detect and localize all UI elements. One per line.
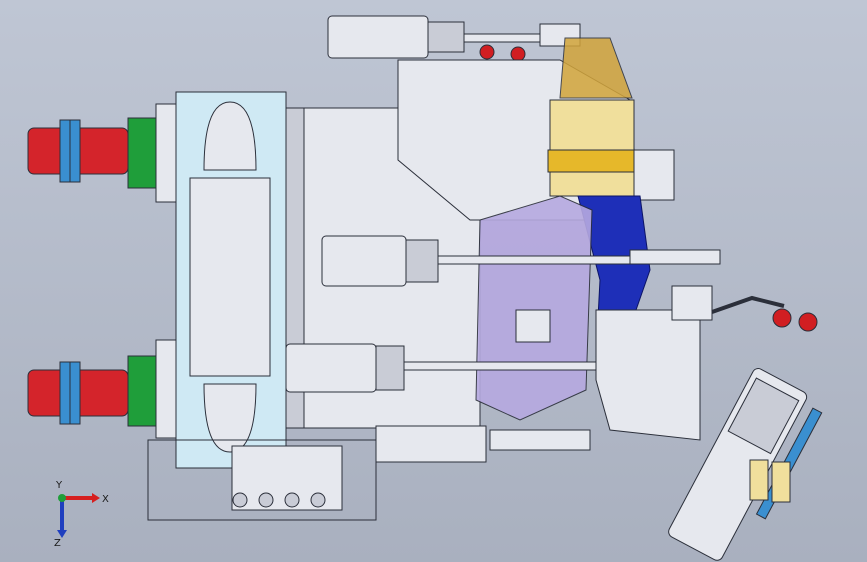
upper-left-clamp-roller bbox=[27, 103, 179, 203]
workpiece-grey-part bbox=[475, 195, 593, 421]
cad-viewport[interactable]: X Y Z bbox=[0, 0, 867, 562]
z-arrow-head bbox=[57, 530, 67, 538]
y-axis-dot bbox=[58, 494, 66, 502]
right-clamp-arm bbox=[711, 295, 818, 332]
x-arrow-head bbox=[92, 493, 100, 503]
upper-clamp-body bbox=[397, 37, 675, 221]
top-cylinder bbox=[327, 15, 581, 62]
y-axis-label: Y bbox=[55, 480, 63, 491]
z-axis-label: Z bbox=[54, 538, 61, 548]
fixture-assembly-model[interactable] bbox=[0, 0, 867, 562]
x-axis-label: X bbox=[102, 494, 109, 505]
lower-left-clamp-roller bbox=[27, 339, 179, 439]
coordinate-triad: X Y Z bbox=[54, 480, 109, 548]
bottom-bracket bbox=[147, 425, 591, 521]
